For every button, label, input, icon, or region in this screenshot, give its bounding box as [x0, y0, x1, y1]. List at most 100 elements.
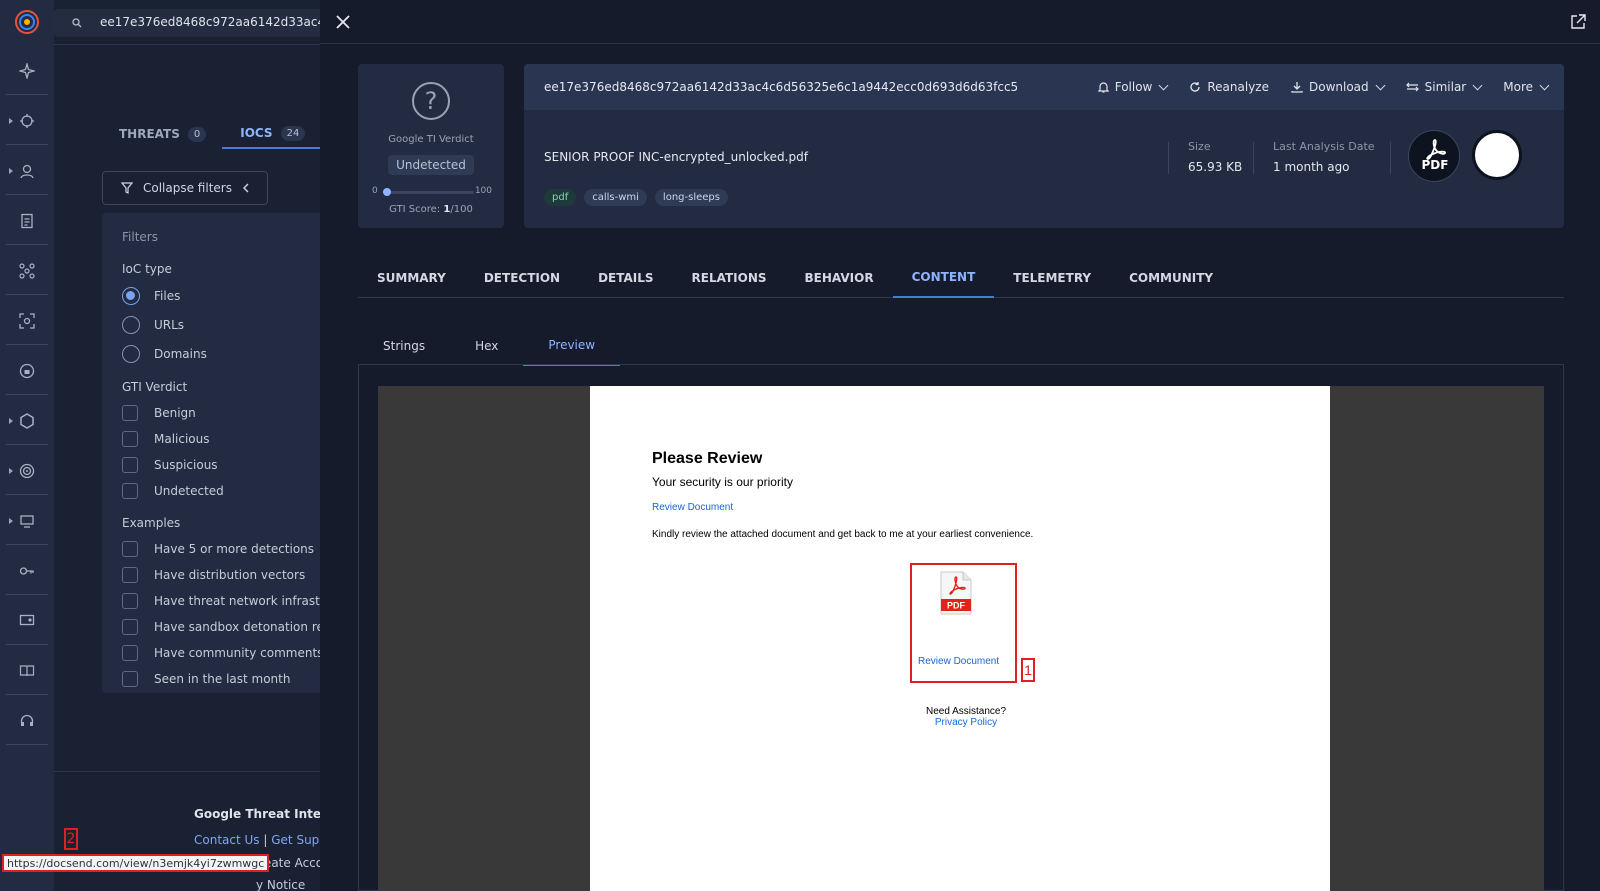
more-button[interactable]: More	[1503, 80, 1550, 94]
checkbox-suspicious[interactable]	[122, 457, 138, 473]
tag-long-sleeps[interactable]: long-sleeps	[654, 189, 728, 206]
get-support-link[interactable]: Get Support	[271, 833, 326, 847]
key-icon[interactable]	[12, 556, 42, 586]
checkbox-suspicious-label: Suspicious	[154, 458, 218, 472]
follow-label: Follow	[1114, 80, 1153, 94]
tab-telemetry[interactable]: TELEMETRY	[994, 258, 1110, 298]
last-analysis-label: Last Analysis Date	[1273, 140, 1375, 153]
tab-threats-count: 0	[187, 126, 207, 142]
tab-community[interactable]: COMMUNITY	[1110, 258, 1232, 298]
checkbox-example-last-month[interactable]	[122, 671, 138, 687]
follow-button[interactable]: Follow	[1097, 80, 1169, 94]
app-logo-icon[interactable]	[14, 9, 40, 35]
monitor-icon[interactable]	[12, 506, 42, 536]
tab-threats[interactable]: THREATS 0	[119, 119, 207, 149]
left-tabs: THREATS 0 IOCS 24	[102, 119, 326, 149]
actor-icon[interactable]	[12, 156, 42, 186]
graph-icon[interactable]	[12, 256, 42, 286]
file-card: ee17e376ed8468c972aa6142d33ac4c6d56325e6…	[524, 64, 1564, 228]
tab-content[interactable]: CONTENT	[892, 258, 995, 298]
verdict-badge: Undetected	[388, 155, 474, 175]
gti-score-suffix: /100	[450, 204, 473, 215]
review-document-link[interactable]: Review Document	[652, 502, 733, 513]
checkbox-undetected-label: Undetected	[154, 484, 224, 498]
score-range-max: 100	[474, 186, 492, 196]
checkbox-example-sandbox[interactable]	[122, 619, 138, 635]
pdf-file-icon: PDF	[940, 571, 972, 615]
tab-detection[interactable]: DETECTION	[465, 258, 579, 298]
sparkle-icon[interactable]	[12, 56, 42, 86]
file-name: SENIOR PROOF INC-encrypted_unlocked.pdf	[544, 150, 808, 164]
book-icon[interactable]	[12, 656, 42, 686]
checkbox-example-network[interactable]	[122, 593, 138, 609]
status-bar-url: https://docsend.com/view/n3emjk4yi7zwmwg…	[2, 854, 270, 872]
gti-score: GTI Score: 1/100	[358, 204, 504, 215]
tag-calls-wmi[interactable]: calls-wmi	[584, 189, 647, 206]
checkbox-example-network-label: Have threat network infrastructure	[154, 594, 326, 608]
scan-icon[interactable]	[12, 306, 42, 336]
chevron-down-icon	[1158, 80, 1169, 90]
radio-files[interactable]	[122, 287, 140, 305]
tab-relations[interactable]: RELATIONS	[673, 258, 786, 298]
footer-separator: |	[263, 833, 268, 847]
similar-button[interactable]: Similar	[1405, 80, 1483, 94]
reanalyze-button[interactable]: Reanalyze	[1189, 80, 1269, 94]
close-icon[interactable]	[334, 13, 352, 31]
file-type-badge: PDF	[1408, 130, 1460, 182]
hexagon-icon[interactable]	[12, 406, 42, 436]
headset-icon[interactable]	[12, 706, 42, 736]
radar-icon[interactable]	[12, 456, 42, 486]
checkbox-example-last-month-label: Seen in the last month	[154, 672, 291, 686]
search-icon	[72, 18, 82, 28]
privacy-notice-link[interactable]: y Notice	[256, 878, 305, 891]
pdf-icon-label: PDF	[947, 601, 966, 611]
checkbox-benign-label: Benign	[154, 406, 196, 420]
collapse-filters-button[interactable]: Collapse filters	[102, 171, 268, 205]
download-button[interactable]: Download	[1291, 80, 1386, 94]
tag-pdf[interactable]: pdf	[544, 189, 577, 206]
chevron-down-icon	[1472, 80, 1483, 90]
chevron-down-icon	[1539, 80, 1550, 90]
tab-details[interactable]: DETAILS	[579, 258, 672, 298]
checkbox-example-comments[interactable]	[122, 645, 138, 661]
examples-label: Examples	[122, 516, 181, 530]
filter-icon	[121, 182, 133, 194]
radio-domains[interactable]	[122, 345, 140, 363]
screen-settings-icon[interactable]	[12, 606, 42, 636]
open-external-icon[interactable]	[1570, 14, 1586, 30]
review-document-attachment-link[interactable]: Review Document	[918, 656, 999, 667]
contact-us-link[interactable]: Contact Us	[194, 833, 260, 847]
gti-verdict-label: GTI Verdict	[122, 380, 188, 394]
radio-urls[interactable]	[122, 316, 140, 334]
report-icon[interactable]	[12, 206, 42, 236]
file-thumbnail[interactable]	[1472, 130, 1522, 180]
ioc-type-label: IoC type	[122, 262, 172, 276]
checkbox-malicious[interactable]	[122, 431, 138, 447]
radio-files-label: Files	[154, 289, 181, 303]
checkbox-example-detections[interactable]	[122, 541, 138, 557]
subtab-strings[interactable]: Strings	[358, 326, 450, 366]
need-assistance-text: Need Assistance?	[925, 706, 1007, 717]
privacy-policy-link[interactable]: Privacy Policy	[602, 717, 1330, 728]
checkbox-example-distribution[interactable]	[122, 567, 138, 583]
pdf-page: Please Review Your security is our prior…	[590, 386, 1330, 891]
tab-behavior[interactable]: BEHAVIOR	[786, 258, 893, 298]
refresh-icon	[1190, 82, 1201, 92]
left-panel: THREATS 0 IOCS 24 Collapse filters Filte…	[54, 45, 326, 891]
tab-threats-label: THREATS	[119, 127, 180, 141]
checkbox-example-comments-label: Have community comments	[154, 646, 324, 660]
subtab-hex[interactable]: Hex	[450, 326, 523, 366]
checkbox-example-detections-label: Have 5 or more detections	[154, 542, 315, 556]
last-analysis-value: 1 month ago	[1273, 160, 1350, 174]
annotation-badge-2: 2	[64, 828, 78, 850]
threat-hunt-icon[interactable]	[12, 106, 42, 136]
tab-summary[interactable]: SUMMARY	[358, 258, 465, 298]
checkbox-benign[interactable]	[122, 405, 138, 421]
chevron-down-icon	[1375, 80, 1386, 90]
tab-iocs[interactable]: IOCS 24	[222, 119, 324, 149]
lock-icon[interactable]	[12, 356, 42, 386]
reanalyze-label: Reanalyze	[1207, 80, 1269, 94]
checkbox-undetected[interactable]	[122, 483, 138, 499]
subtab-preview[interactable]: Preview	[523, 326, 621, 366]
search-input[interactable]: ee17e376ed8468c972aa6142d33ac4c6d56325e6…	[54, 9, 574, 37]
